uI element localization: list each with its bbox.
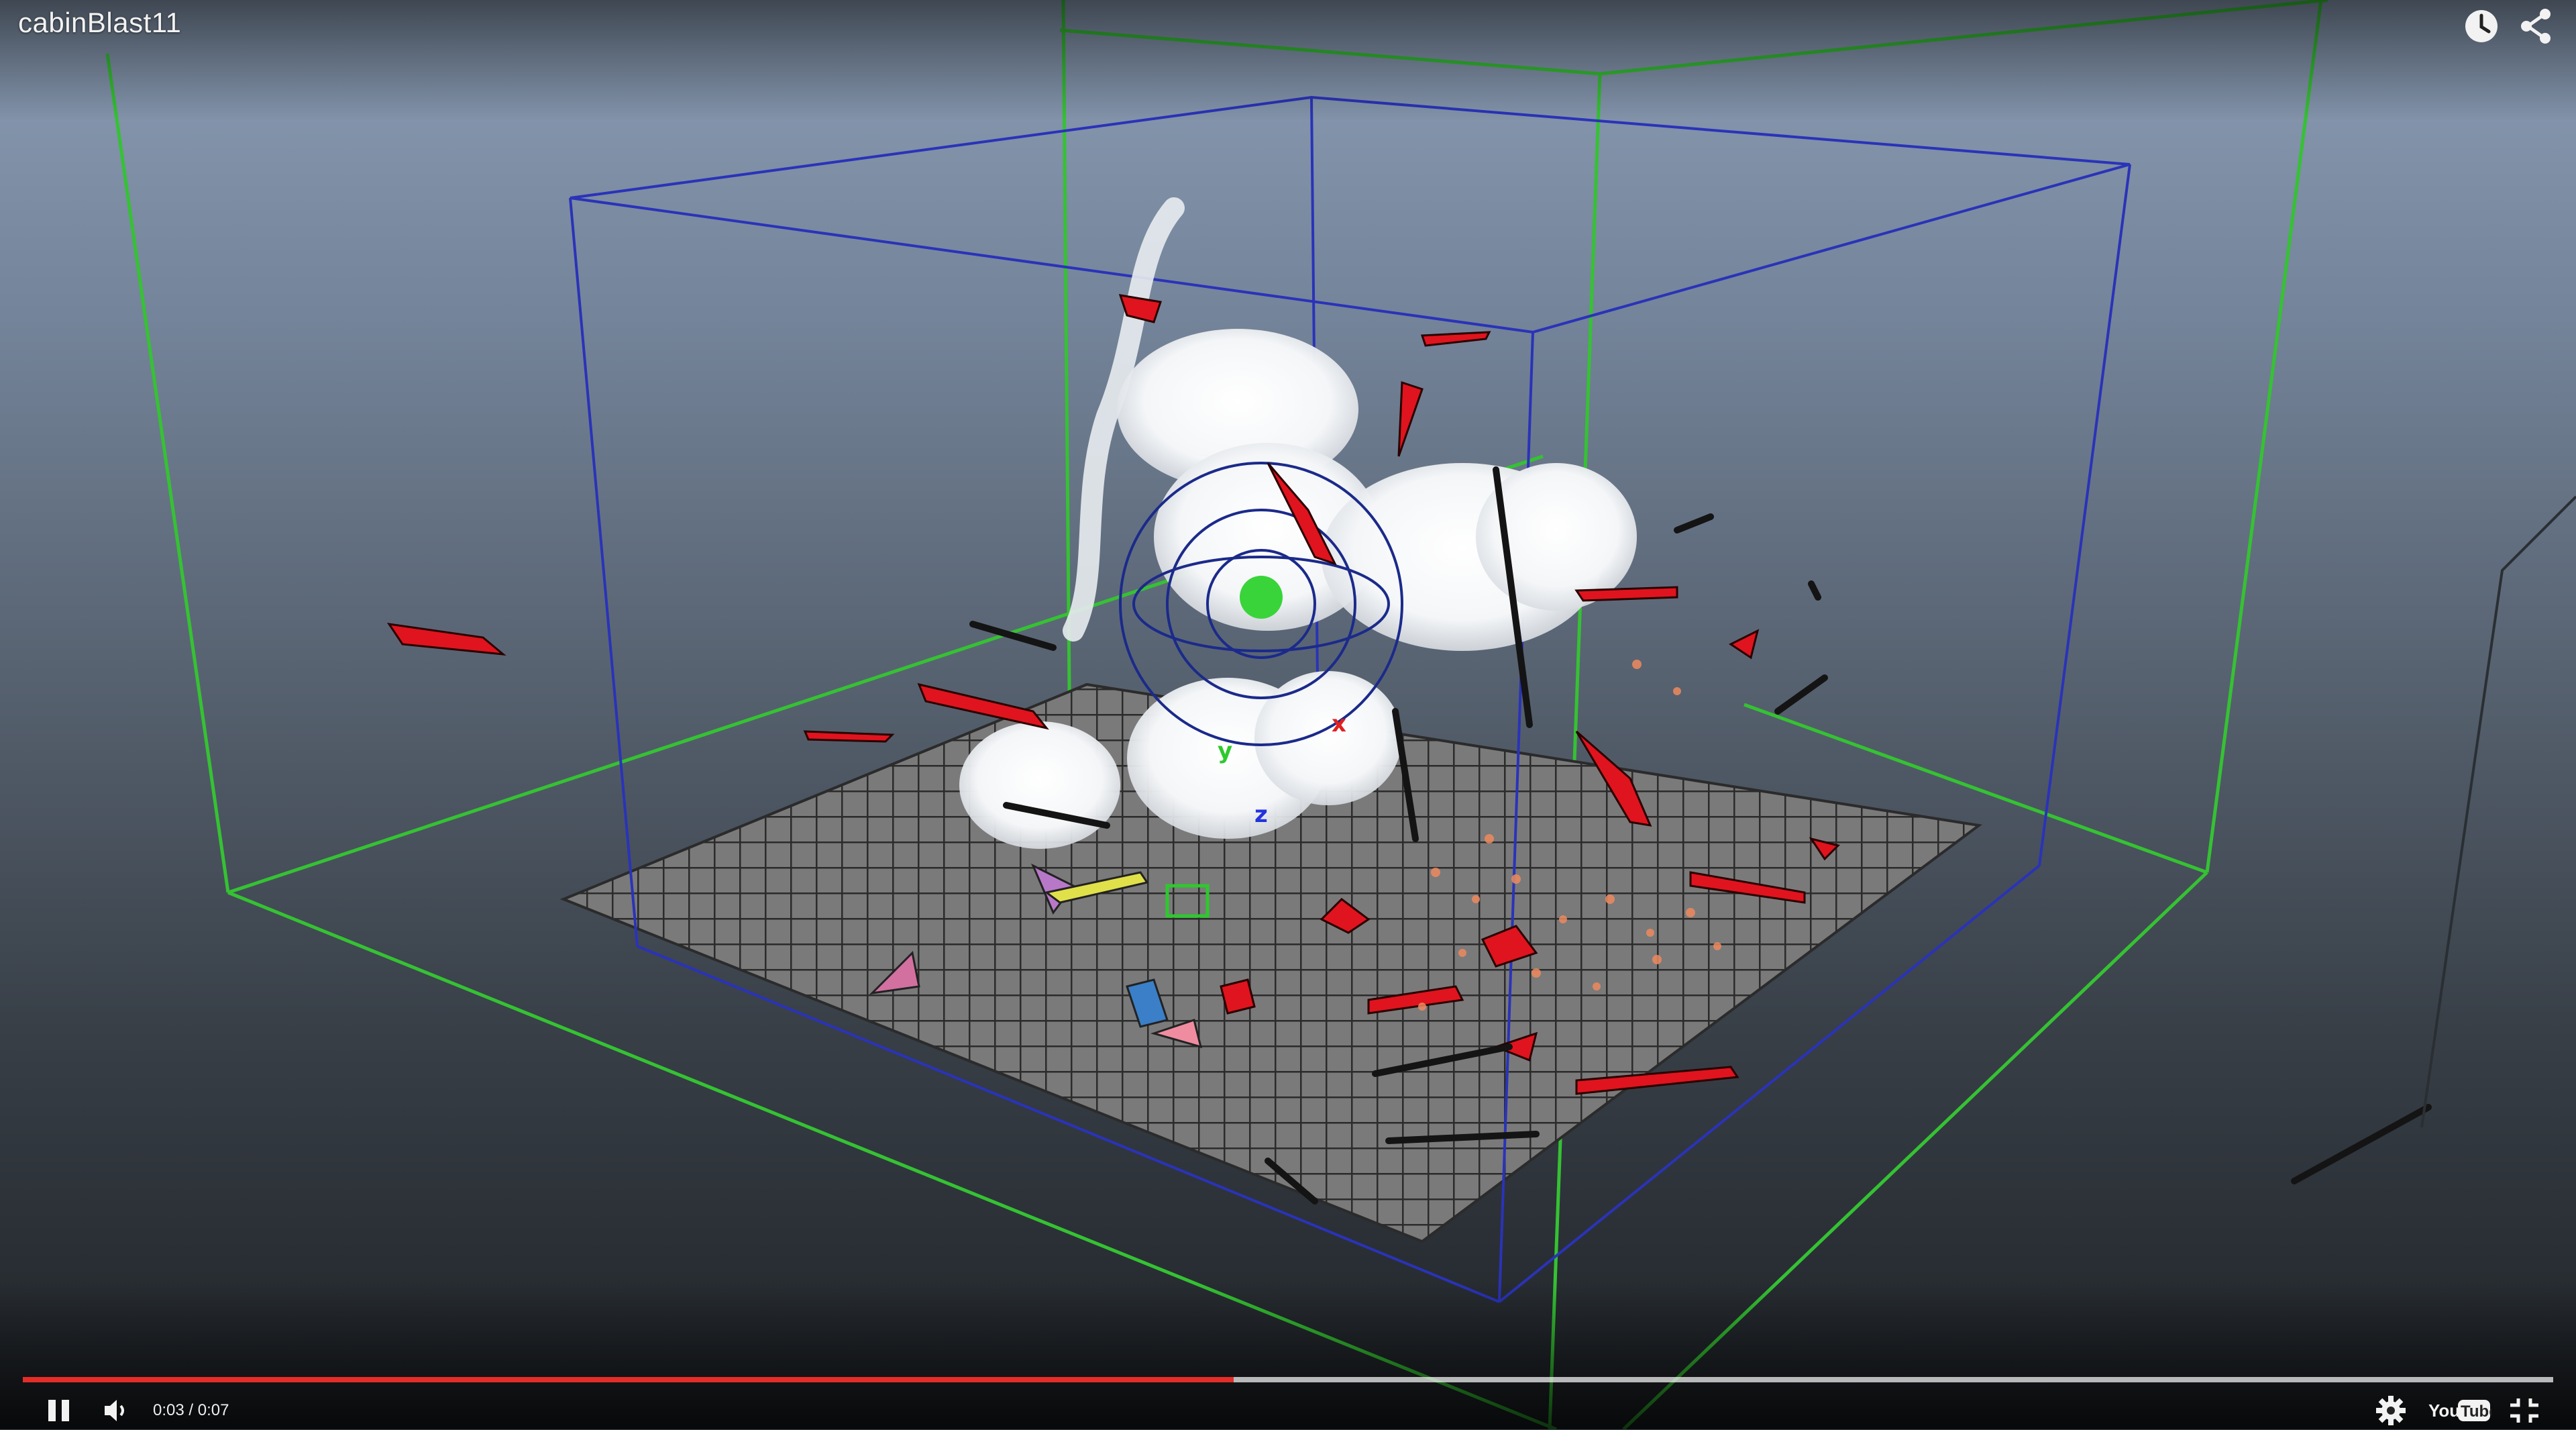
watch-later-icon[interactable]	[2462, 7, 2501, 46]
exit-fullscreen-button[interactable]	[2506, 1396, 2542, 1425]
time-display: 0:03 / 0:07	[153, 1401, 229, 1419]
video-title[interactable]: cabinBlast11	[18, 7, 181, 39]
svg-text:Tube: Tube	[2461, 1402, 2491, 1421]
youtube-logo[interactable]: You Tube	[2427, 1397, 2498, 1424]
svg-text:z: z	[1254, 801, 1268, 828]
gear-icon	[2376, 1396, 2406, 1425]
progress-played	[23, 1377, 1234, 1382]
progress-bar[interactable]	[23, 1377, 2553, 1382]
pause-button[interactable]	[44, 1397, 75, 1424]
svg-text:y: y	[1218, 737, 1232, 764]
settings-button[interactable]	[2375, 1394, 2407, 1427]
share-icon[interactable]	[2517, 7, 2556, 46]
speaker-icon	[105, 1400, 124, 1421]
top-overlay-gradient	[0, 0, 2576, 121]
video-viewport[interactable]: y z x	[0, 0, 2576, 1429]
exit-fullscreen-icon	[2510, 1398, 2538, 1423]
camera-edge-line	[2420, 495, 2576, 1128]
player-controls: 0:03 / 0:07 You Tube	[0, 1388, 2576, 1429]
svg-text:x: x	[1332, 711, 1346, 737]
emitter-center-marker	[1240, 576, 1283, 619]
volume-button[interactable]	[102, 1396, 133, 1425]
maya-viewport-scene: y z x	[105, 0, 2576, 1429]
svg-text:You: You	[2428, 1400, 2460, 1421]
